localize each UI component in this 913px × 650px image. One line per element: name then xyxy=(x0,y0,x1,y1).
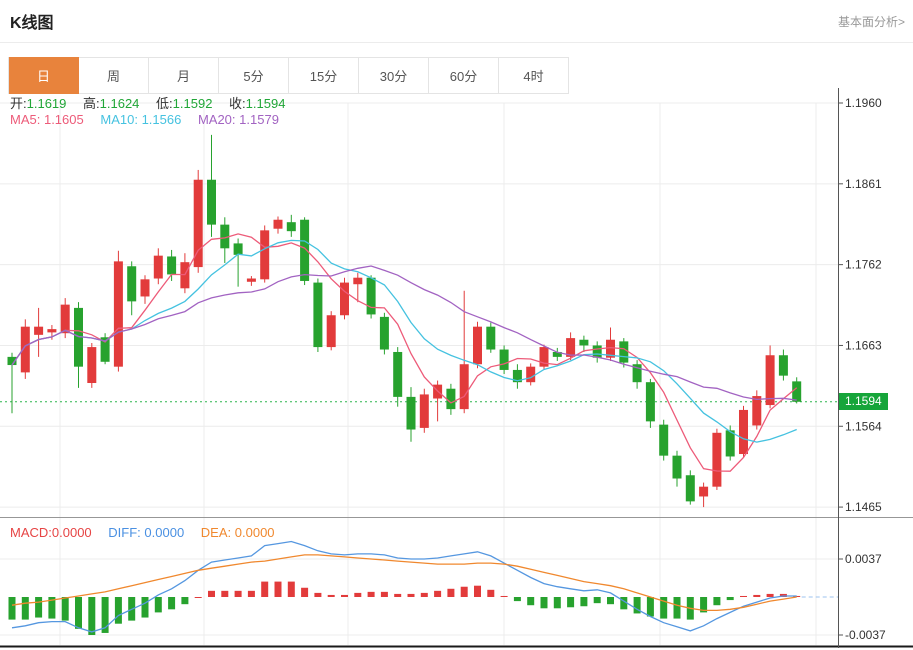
widget-header: K线图 基本面分析> xyxy=(0,0,913,43)
price-axis-label: 1.1663 xyxy=(845,338,882,352)
fundamental-analysis-link[interactable]: 基本面分析> xyxy=(838,13,905,30)
price-axis-label: 1.1465 xyxy=(845,500,882,514)
macd-histogram xyxy=(9,582,801,635)
chart-area: 1.1960 1.1861 1.1762 1.1663 1.1564 1.1465 0.00… xyxy=(0,88,913,648)
macd-axis-label: 0.0037 xyxy=(845,552,882,566)
price-axis-label: 1.1861 xyxy=(845,177,882,191)
price-axis-label: 1.1762 xyxy=(845,258,882,272)
current-price-badge: 1.1594 xyxy=(839,393,888,410)
price-axis-label: 1.1960 xyxy=(845,96,882,110)
price-axis-label: 1.1564 xyxy=(845,419,882,433)
macd-axis-label: -0.0037 xyxy=(845,628,886,642)
candles-group xyxy=(8,135,802,507)
kline-chart-canvas[interactable]: 1.1960 1.1861 1.1762 1.1663 1.1564 1.1465 0.00… xyxy=(0,88,913,648)
kline-widget: K线图 基本面分析> 日周月5分15分30分60分4时 1.19601.1861… xyxy=(0,0,913,650)
page-title: K线图 xyxy=(10,9,54,33)
